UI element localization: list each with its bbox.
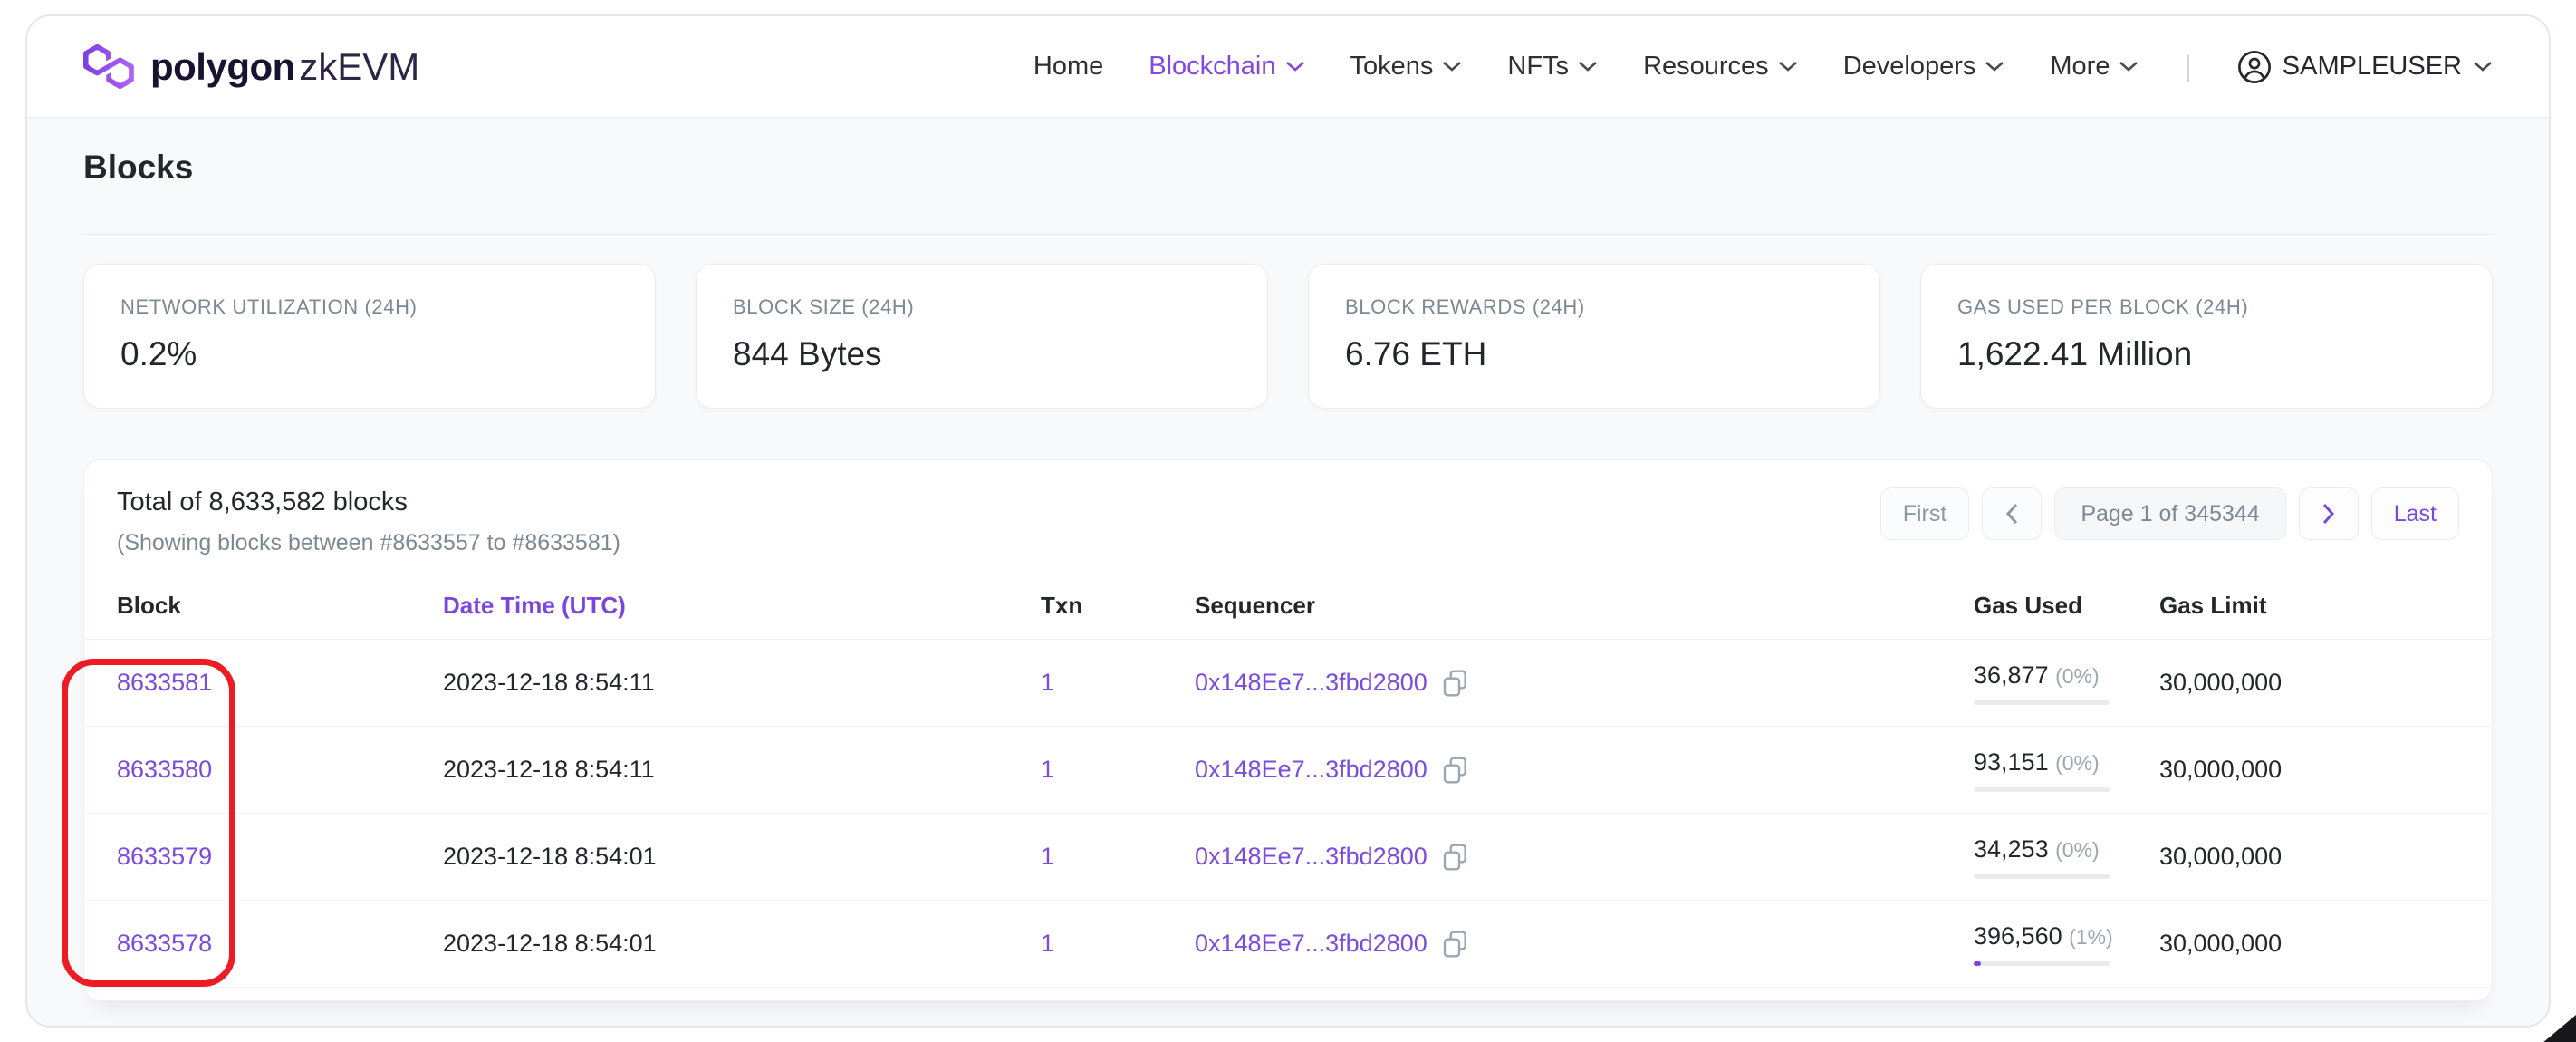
chevron-down-icon xyxy=(1442,61,1462,72)
copy-icon[interactable] xyxy=(1442,756,1469,785)
stat-label: BLOCK SIZE (24H) xyxy=(733,295,1231,319)
sequencer-address-link[interactable]: 0x148Ee7...3fbd2800 xyxy=(1195,843,1427,871)
gas-used-bar xyxy=(1974,961,2110,966)
stat-value: 844 Bytes xyxy=(733,335,1231,373)
page-title: Blocks xyxy=(83,145,2493,190)
last-page-button[interactable]: Last xyxy=(2371,487,2459,540)
chevron-down-icon xyxy=(1778,61,1798,72)
polygon-logo-icon xyxy=(83,44,134,89)
block-number-link[interactable]: 8633581 xyxy=(117,669,212,696)
stat-value: 1,622.41 Million xyxy=(1957,335,2456,373)
gas-limit: 30,000,000 xyxy=(2159,756,2459,784)
nav-item-tokens[interactable]: Tokens xyxy=(1350,52,1463,82)
gas-used-bar xyxy=(1974,787,2110,792)
col-header-block: Block xyxy=(117,592,443,620)
col-header-datetime[interactable]: Date Time (UTC) xyxy=(443,592,1041,620)
block-number-link[interactable]: 8633580 xyxy=(117,756,212,783)
stat-label: NETWORK UTILIZATION (24H) xyxy=(120,295,619,319)
block-datetime: 2023-12-18 8:54:01 xyxy=(443,843,1041,871)
next-page-button[interactable] xyxy=(2299,487,2359,540)
gas-used-bar xyxy=(1974,700,2110,705)
screen-corner-artifact xyxy=(2542,1015,2576,1042)
stat-card-network-utilization: NETWORK UTILIZATION (24H) 0.2% xyxy=(83,264,656,409)
chevron-down-icon xyxy=(2473,61,2493,72)
sequencer-address-link[interactable]: 0x148Ee7...3fbd2800 xyxy=(1195,756,1427,784)
chevron-down-icon xyxy=(1285,61,1305,72)
block-number-link[interactable]: 8633579 xyxy=(117,843,212,870)
showing-range-text: (Showing blocks between #8633557 to #863… xyxy=(117,530,620,556)
chevron-right-icon xyxy=(2321,502,2336,526)
txn-count-link[interactable]: 1 xyxy=(1041,930,1054,957)
title-divider xyxy=(83,234,2493,235)
col-header-gas-limit: Gas Limit xyxy=(2159,592,2459,620)
copy-icon[interactable] xyxy=(1442,843,1469,872)
table-row: 8633578 2023-12-18 8:54:01 1 0x148Ee7...… xyxy=(84,901,2492,988)
brand-name: polygon xyxy=(150,45,295,88)
main-nav: Home Blockchain Tokens NFTs Resources De… xyxy=(1033,50,2493,84)
txn-count-link[interactable]: 1 xyxy=(1041,756,1054,783)
chevron-left-icon xyxy=(2004,502,2019,526)
nav-item-nfts[interactable]: NFTs xyxy=(1507,52,1598,82)
nav-item-more[interactable]: More xyxy=(2050,52,2139,82)
stat-card-block-size: BLOCK SIZE (24H) 844 Bytes xyxy=(696,264,1268,409)
stat-label: BLOCK REWARDS (24H) xyxy=(1345,295,1843,319)
gas-used-cell: 93,151 (0%) xyxy=(1974,748,2159,792)
pagination: First Page 1 of 345344 Last xyxy=(1880,487,2459,540)
gas-used-cell: 36,877 (0%) xyxy=(1974,661,2159,705)
block-datetime: 2023-12-18 8:54:11 xyxy=(443,756,1041,784)
copy-icon[interactable] xyxy=(1442,930,1469,959)
user-name: SAMPLEUSER xyxy=(2283,52,2462,82)
page-indicator: Page 1 of 345344 xyxy=(2054,487,2285,540)
block-number-link[interactable]: 8633578 xyxy=(117,930,212,957)
table-row: 8633580 2023-12-18 8:54:11 1 0x148Ee7...… xyxy=(84,727,2492,814)
block-datetime: 2023-12-18 8:54:11 xyxy=(443,669,1041,697)
gas-limit: 30,000,000 xyxy=(2159,843,2459,871)
table-header-row: Block Date Time (UTC) Txn Sequencer Gas … xyxy=(84,573,2492,640)
col-header-gas-used: Gas Used xyxy=(1974,592,2159,620)
stat-value: 6.76 ETH xyxy=(1345,335,1843,373)
nav-divider: | xyxy=(2184,50,2191,83)
brand-suffix: zkEVM xyxy=(299,45,419,88)
first-page-button[interactable]: First xyxy=(1880,487,1970,540)
total-blocks-text: Total of 8,633,582 blocks xyxy=(117,487,620,517)
stat-value: 0.2% xyxy=(120,335,619,373)
user-avatar-icon xyxy=(2237,50,2272,84)
block-datetime: 2023-12-18 8:54:01 xyxy=(443,930,1041,958)
table-row: 8633579 2023-12-18 8:54:01 1 0x148Ee7...… xyxy=(84,814,2492,901)
stat-card-gas-used-per-block: GAS USED PER BLOCK (24H) 1,622.41 Millio… xyxy=(1920,264,2493,409)
nav-item-home[interactable]: Home xyxy=(1033,52,1103,82)
page-body: Blocks NETWORK UTILIZATION (24H) 0.2% BL… xyxy=(27,145,2549,1001)
blocks-table-panel: Total of 8,633,582 blocks (Showing block… xyxy=(83,459,2493,1001)
prev-page-button[interactable] xyxy=(1982,487,2042,540)
app-window: polygon zkEVM Home Blockchain Tokens NFT… xyxy=(25,14,2551,1028)
panel-summary: Total of 8,633,582 blocks (Showing block… xyxy=(117,487,620,556)
copy-icon[interactable] xyxy=(1442,669,1469,698)
txn-count-link[interactable]: 1 xyxy=(1041,669,1054,696)
chevron-down-icon xyxy=(2119,61,2139,72)
gas-used-bar xyxy=(1974,874,2110,879)
polygon-logo[interactable]: polygon zkEVM xyxy=(83,44,419,89)
col-header-sequencer: Sequencer xyxy=(1195,592,1974,620)
stat-card-block-rewards: BLOCK REWARDS (24H) 6.76 ETH xyxy=(1308,264,1880,409)
user-menu[interactable]: SAMPLEUSER xyxy=(2237,50,2493,84)
gas-limit: 30,000,000 xyxy=(2159,930,2459,958)
chevron-down-icon xyxy=(1985,61,2004,72)
gas-limit: 30,000,000 xyxy=(2159,669,2459,697)
chevron-down-icon xyxy=(1578,61,1598,72)
sequencer-address-link[interactable]: 0x148Ee7...3fbd2800 xyxy=(1195,669,1427,697)
nav-item-developers[interactable]: Developers xyxy=(1843,52,2005,82)
nav-item-blockchain[interactable]: Blockchain xyxy=(1149,52,1304,82)
txn-count-link[interactable]: 1 xyxy=(1041,843,1054,870)
col-header-txn: Txn xyxy=(1041,592,1195,620)
table-row: 8633581 2023-12-18 8:54:11 1 0x148Ee7...… xyxy=(84,640,2492,727)
top-navigation-bar: polygon zkEVM Home Blockchain Tokens NFT… xyxy=(27,16,2549,118)
stat-cards: NETWORK UTILIZATION (24H) 0.2% BLOCK SIZ… xyxy=(83,264,2493,409)
sequencer-address-link[interactable]: 0x148Ee7...3fbd2800 xyxy=(1195,930,1427,958)
panel-header: Total of 8,633,582 blocks (Showing block… xyxy=(84,460,2492,556)
nav-item-resources[interactable]: Resources xyxy=(1643,52,1798,82)
gas-used-cell: 34,253 (0%) xyxy=(1974,835,2159,879)
gas-used-cell: 396,560 (1%) xyxy=(1974,922,2159,966)
stat-label: GAS USED PER BLOCK (24H) xyxy=(1957,295,2456,319)
